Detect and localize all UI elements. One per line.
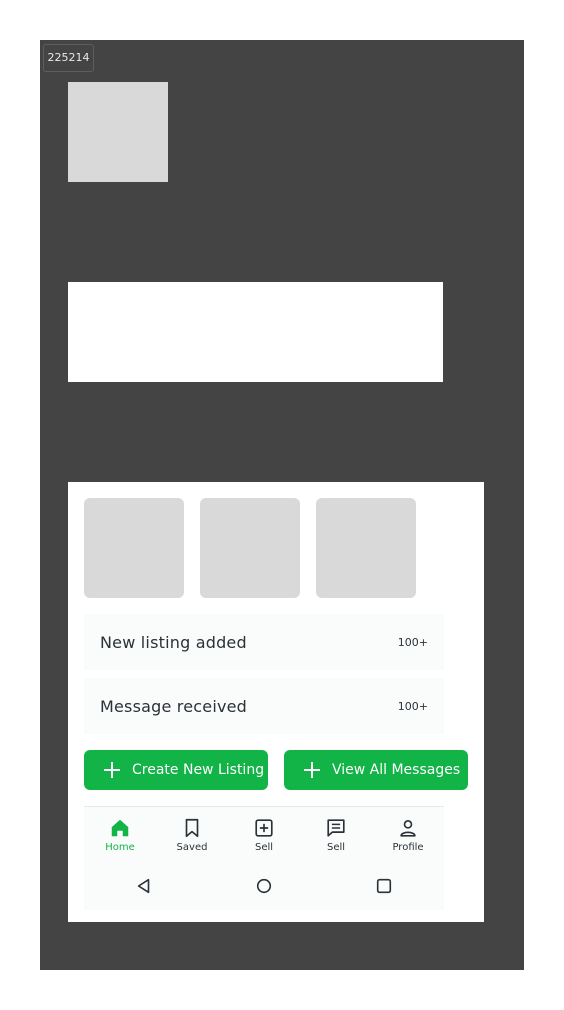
frame-id-label: 225214: [43, 44, 94, 72]
nav-item-home[interactable]: Home: [84, 807, 156, 862]
notification-count: 100+: [397, 635, 428, 649]
create-listing-label: Create New Listing: [132, 762, 265, 778]
notification-count: 100+: [397, 699, 428, 713]
bookmark-icon: [185, 818, 199, 838]
nav-label: Sell: [326, 842, 346, 853]
banner-placeholder: [68, 282, 443, 382]
nav-item-messages[interactable]: Sell: [300, 807, 372, 862]
notification-label: Message received: [100, 696, 248, 716]
plus-icon: [304, 762, 320, 778]
placeholder-image: [68, 82, 168, 182]
nav-item-sell[interactable]: Sell: [228, 807, 300, 862]
view-messages-button[interactable]: View All Messages: [284, 750, 468, 790]
home-icon: [111, 819, 129, 837]
system-navigation-bar: [84, 862, 444, 910]
back-triangle-icon[interactable]: [135, 877, 153, 895]
home-panel: New listing added 100+ Message received …: [68, 482, 484, 922]
nav-label: Home: [105, 842, 135, 853]
nav-label: Profile: [392, 842, 424, 853]
thumbnail-placeholder[interactable]: [84, 498, 184, 598]
bottom-navigation: Home Saved Sell Sell Profile: [84, 806, 444, 862]
plus-square-icon: [255, 819, 273, 837]
notification-row-new-listing[interactable]: New listing added 100+: [84, 614, 444, 670]
view-messages-label: View All Messages: [332, 762, 461, 778]
plus-icon: [104, 762, 120, 778]
home-circle-icon[interactable]: [255, 877, 273, 895]
nav-item-profile[interactable]: Profile: [372, 807, 444, 862]
nav-label: Sell: [254, 842, 274, 853]
nav-item-saved[interactable]: Saved: [156, 807, 228, 862]
create-listing-button[interactable]: Create New Listing: [84, 750, 268, 790]
recents-square-icon[interactable]: [375, 877, 393, 895]
chat-icon: [327, 819, 345, 837]
notification-row-message[interactable]: Message received 100+: [84, 678, 444, 734]
person-icon: [400, 820, 416, 837]
notification-label: New listing added: [100, 632, 247, 652]
nav-label: Saved: [176, 842, 208, 853]
thumbnail-placeholder[interactable]: [200, 498, 300, 598]
thumbnail-placeholder[interactable]: [316, 498, 416, 598]
